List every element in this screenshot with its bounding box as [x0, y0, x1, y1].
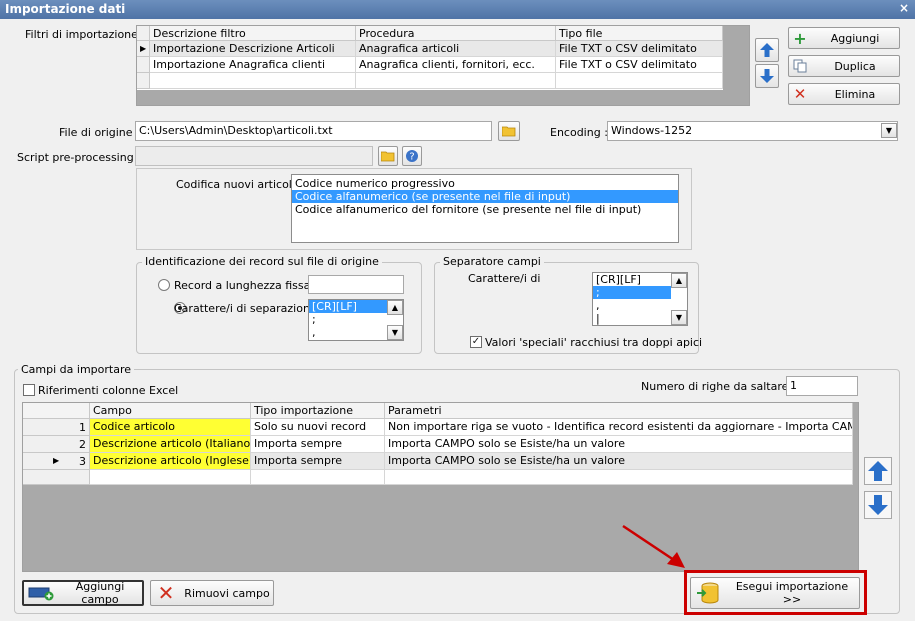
add-field-icon [24, 585, 58, 601]
filter-row-2-tipo[interactable]: File TXT o CSV delimitato [556, 57, 723, 73]
field-row-2-campo[interactable]: Descrizione articolo (Italiano) [90, 436, 251, 453]
file-origin-input[interactable]: C:\Users\Admin\Desktop\articoli.txt [135, 121, 492, 141]
plus-icon: + [793, 28, 807, 48]
filter-row-1-procedura[interactable]: Anagrafica articoli [356, 41, 556, 57]
scroll-down-icon[interactable]: ▼ [387, 325, 403, 340]
browse-script-button[interactable] [378, 146, 398, 166]
chevron-down-icon[interactable]: ▼ [881, 123, 897, 138]
fields-col-campo[interactable]: Campo [90, 403, 251, 419]
arrow-up-icon [868, 461, 888, 481]
arrow-down-icon [760, 69, 774, 83]
folder-icon [502, 126, 516, 137]
file-origin-label: File di origine : [59, 126, 140, 139]
field-row-number: 1 [23, 419, 90, 436]
row-pointer-icon: ▶ [53, 456, 60, 465]
separatore-title: Separatore campi [440, 255, 544, 268]
field-sep-item[interactable]: ; [593, 286, 671, 299]
field-row-1-parametri[interactable]: Non importare riga se vuoto - Identifica… [385, 419, 853, 436]
script-help-button[interactable]: ? [402, 146, 422, 166]
field-row-3-campo[interactable]: Descrizione articolo (Inglese) [90, 453, 251, 470]
delete-x-icon: ✕ [157, 581, 175, 605]
filters-grid[interactable]: Descrizione filtro Procedura Tipo file ▶… [136, 25, 750, 106]
filters-col-tipo[interactable]: Tipo file [556, 26, 723, 41]
codifica-option-progressivo[interactable]: Codice numerico progressivo [292, 177, 678, 190]
delete-filter-button[interactable]: ✕ Elimina [788, 83, 900, 105]
fields-grid[interactable]: Campo Tipo importazione Parametri 1 Codi… [22, 402, 859, 572]
move-filter-up-button[interactable] [755, 38, 779, 62]
fixed-length-input[interactable] [308, 275, 404, 294]
encoding-label: Encoding : [550, 126, 608, 139]
fixed-length-radio[interactable] [158, 279, 170, 291]
identificazione-title: Identificazione dei record sul file di o… [142, 255, 382, 268]
move-field-up-button[interactable] [864, 457, 892, 485]
skip-rows-input[interactable]: 1 [786, 376, 858, 396]
codifica-option-fornitore[interactable]: Codice alfanumerico del fornitore (se pr… [292, 203, 678, 216]
field-row-3-tipo[interactable]: Importa sempre [251, 453, 385, 470]
add-field-button[interactable]: Aggiungi campo [22, 580, 144, 606]
add-filter-button[interactable]: + Aggiungi [788, 27, 900, 49]
fields-col-parametri[interactable]: Parametri [385, 403, 853, 419]
field-row-3-parametri[interactable]: Importa CAMPO solo se Esiste/ha un valor… [385, 453, 853, 470]
move-filter-down-button[interactable] [755, 64, 779, 88]
arrow-up-icon [760, 43, 774, 57]
excel-refs-checkbox[interactable] [23, 384, 35, 396]
delete-x-icon: ✕ [793, 85, 807, 103]
skip-rows-label: Numero di righe da saltare : [641, 380, 796, 393]
fixed-length-label: Record a lunghezza fissa [174, 279, 311, 292]
field-row-2-tipo[interactable]: Importa sempre [251, 436, 385, 453]
help-icon: ? [406, 150, 418, 163]
folder-icon [381, 151, 395, 162]
close-icon[interactable]: × [899, 1, 909, 15]
campi-title: Campi da importare [18, 363, 134, 376]
field-row-1-campo[interactable]: Codice articolo [90, 419, 251, 436]
excel-refs-label: Riferimenti colonne Excel [38, 384, 179, 397]
record-sep-item[interactable]: [CR][LF] [309, 300, 387, 313]
filters-col-procedura[interactable]: Procedura [356, 26, 556, 41]
filters-label: Filtri di importazione : [25, 28, 146, 41]
codifica-label: Codifica nuovi articoli : [176, 178, 303, 191]
window-title: Importazione dati [5, 2, 126, 16]
quoted-values-checkbox[interactable]: ✓ [470, 336, 482, 348]
script-label: Script pre-processing : [17, 151, 141, 164]
fields-col-tipo[interactable]: Tipo importazione [251, 403, 385, 419]
title-bar: Importazione dati × [0, 0, 915, 19]
copy-icon [789, 59, 811, 73]
record-separator-list[interactable]: [CR][LF] ; , ▲ ▼ [308, 299, 404, 341]
scroll-up-icon[interactable]: ▲ [387, 300, 403, 315]
row-pointer-icon: ▶ [137, 41, 150, 57]
run-import-button[interactable]: Esegui importazione >> [690, 577, 860, 609]
filters-col-descrizione[interactable]: Descrizione filtro [150, 26, 356, 41]
field-row-number: 3 [79, 455, 86, 468]
browse-file-button[interactable] [498, 121, 520, 141]
svg-text:?: ? [409, 152, 414, 163]
field-row-number: 2 [23, 436, 90, 453]
duplicate-filter-button[interactable]: Duplica [788, 55, 900, 77]
remove-field-button[interactable]: ✕ Rimuovi campo [150, 580, 274, 606]
scroll-up-icon[interactable]: ▲ [671, 273, 687, 288]
move-field-down-button[interactable] [864, 491, 892, 519]
annotation-arrow-icon [622, 524, 685, 568]
script-input[interactable] [135, 146, 373, 166]
filter-row-2-procedura[interactable]: Anagrafica clienti, fornitori, ecc. [356, 57, 556, 73]
filter-row-2-descrizione[interactable]: Importazione Anagrafica clienti [150, 57, 356, 73]
codifica-list[interactable]: Codice numerico progressivo Codice alfan… [291, 174, 679, 243]
filter-row-1-tipo[interactable]: File TXT o CSV delimitato [556, 41, 723, 57]
encoding-select[interactable]: Windows-1252 [607, 121, 898, 141]
filter-row-1-descrizione[interactable]: Importazione Descrizione Articoli [150, 41, 356, 57]
quoted-values-label: Valori 'speciali' racchiusi tra doppi ap… [485, 336, 703, 349]
field-row-1-tipo[interactable]: Solo su nuovi record [251, 419, 385, 436]
field-separator-list[interactable]: [CR][LF] ; , | ▲ ▼ [592, 272, 688, 326]
import-database-icon [691, 581, 725, 605]
scroll-down-icon[interactable]: ▼ [671, 310, 687, 325]
arrow-down-icon [868, 495, 888, 515]
field-row-2-parametri[interactable]: Importa CAMPO solo se Esiste/ha un valor… [385, 436, 853, 453]
separatore-chars-label: Carattere/i di [468, 272, 541, 285]
separator-label: Carattere/i di separazione [174, 302, 317, 315]
codifica-option-alfanumerico[interactable]: Codice alfanumerico (se presente nel fil… [292, 190, 678, 203]
